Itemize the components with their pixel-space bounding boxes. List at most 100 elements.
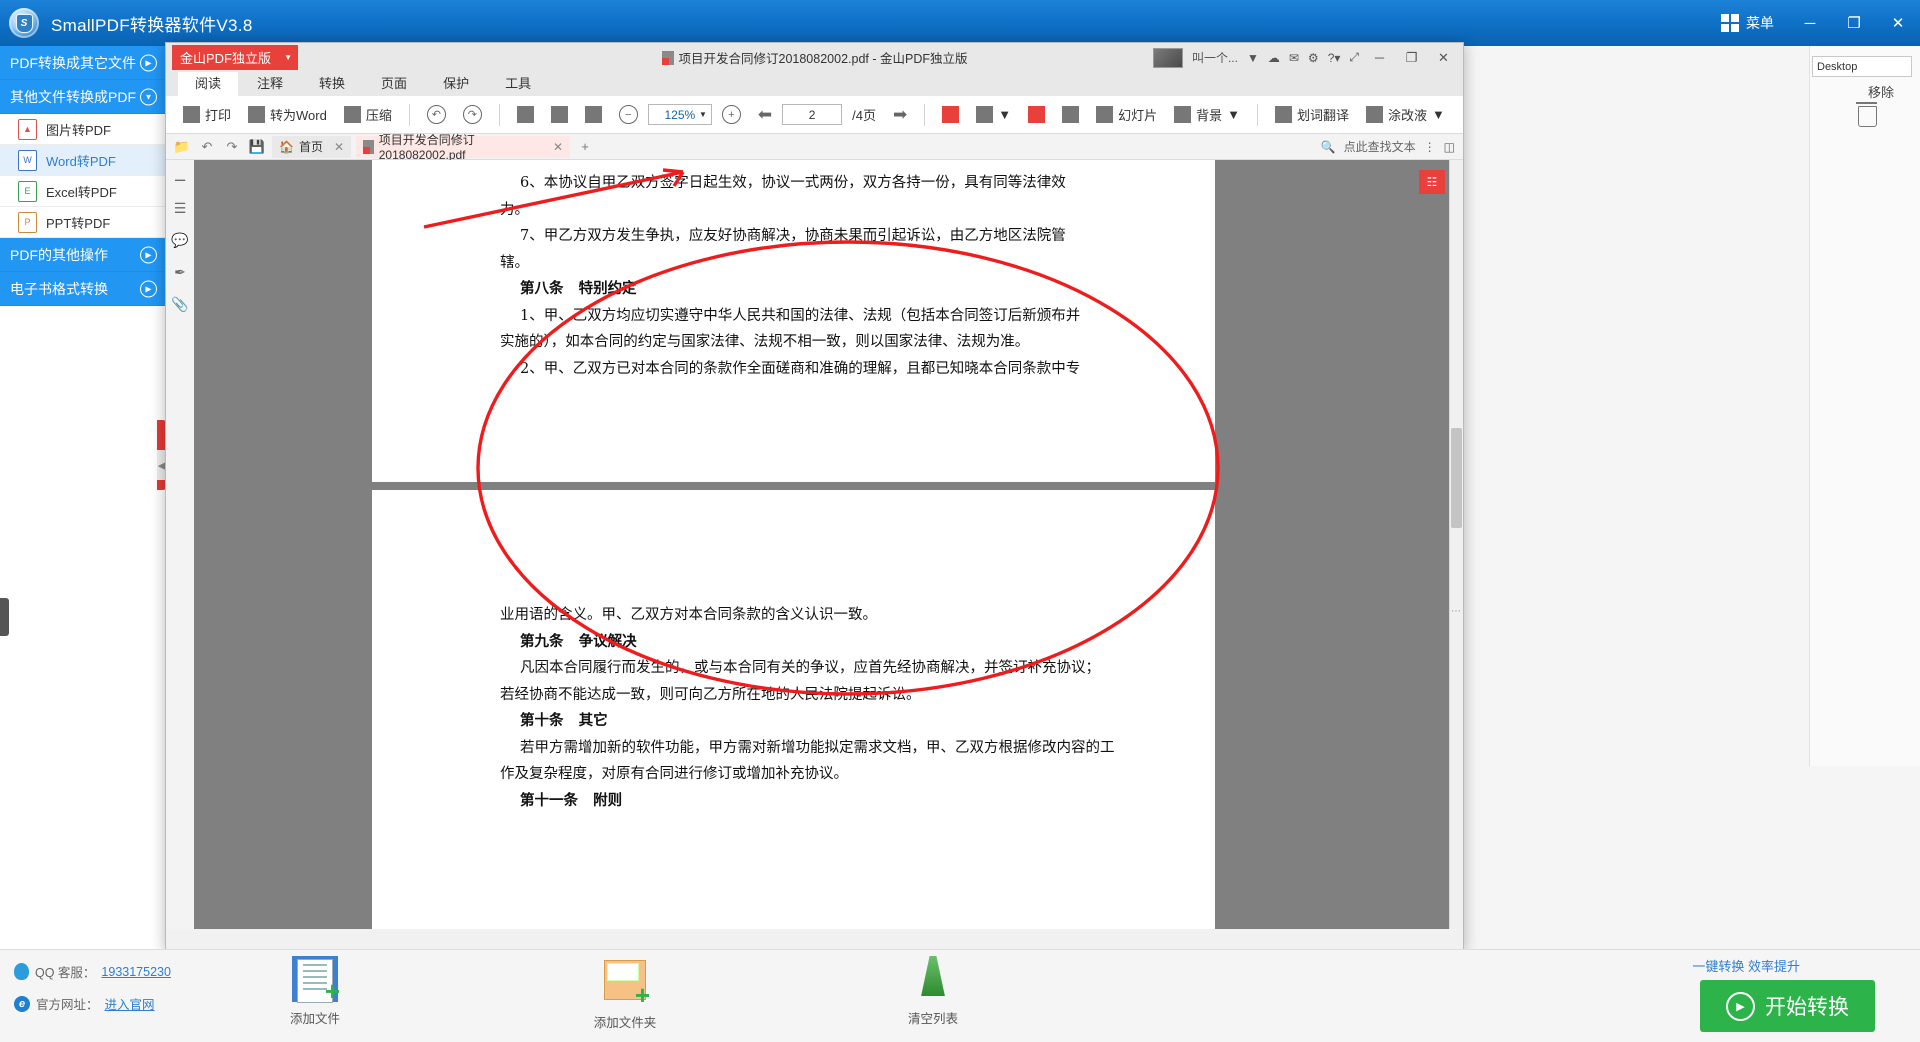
pdf-text-line: 第十条 其它 — [372, 708, 1215, 735]
zoom-in-button[interactable]: + — [715, 102, 748, 127]
expand-icon[interactable]: ⤢ — [1349, 50, 1359, 65]
sidebar-item-ppt-to-pdf[interactable]: P PPT转PDF — [0, 207, 165, 238]
actual-size-icon — [517, 106, 534, 123]
page-number-input[interactable]: 2 — [782, 104, 842, 125]
print-button[interactable]: 打印 — [176, 102, 238, 127]
comments-icon[interactable]: 💬 — [172, 232, 189, 249]
collapse-icon[interactable]: ⚊ — [172, 168, 189, 185]
background-button[interactable]: 背景 ▼ — [1167, 102, 1247, 127]
gear-icon[interactable]: ⚙ — [1308, 51, 1319, 65]
pdf-minimize-button[interactable]: ─ — [1368, 50, 1391, 65]
zoom-out-button[interactable]: − — [612, 102, 645, 127]
vip-banner-icon[interactable] — [1153, 48, 1183, 68]
left-edge-handle[interactable] — [0, 598, 9, 636]
next-page-button[interactable]: ➡ — [886, 102, 914, 128]
qq-number-link[interactable]: 1933175230 — [101, 965, 171, 979]
search-icon[interactable]: 🔍 — [1321, 140, 1336, 154]
pdf-vertical-scrollbar[interactable]: ⋯ — [1449, 160, 1463, 929]
doc-tab-file[interactable]: 项目开发合同修订2018082002.pdf ✕ — [356, 136, 570, 158]
tab-convert[interactable]: 转换 — [302, 71, 362, 96]
maximize-button[interactable]: ❐ — [1832, 0, 1876, 46]
eraser-icon — [1366, 106, 1383, 123]
fit-width-icon — [551, 106, 568, 123]
tab-page[interactable]: 页面 — [364, 71, 424, 96]
website-link[interactable]: 进入官网 — [105, 994, 155, 1013]
clear-list-button[interactable]: 清空列表 — [858, 956, 1008, 1027]
pdf-page-2: 业用语的含义。甲、乙双方对本合同条款的含义认识一致。第九条 争议解决凡因本合同履… — [372, 490, 1215, 929]
zoom-level-select[interactable]: 125% ▼ — [648, 104, 712, 125]
tab-tools[interactable]: 工具 — [488, 71, 548, 96]
divider — [499, 104, 500, 126]
next-page-icon: ➡ — [893, 105, 907, 125]
save-icon[interactable]: 💾 — [247, 139, 267, 155]
actual-size-button[interactable] — [510, 103, 541, 126]
new-tab-button[interactable]: + — [575, 139, 595, 154]
undo-button[interactable]: ↶ — [420, 102, 453, 127]
pdf-maximize-button[interactable]: ❐ — [1400, 50, 1423, 66]
sidebar-category-ebook-convert[interactable]: 电子书格式转换 ▶ — [0, 272, 165, 306]
sidebar-category-pdf-other-ops[interactable]: PDF的其他操作 ▶ — [0, 238, 165, 272]
account-label[interactable]: 叫一个... — [1192, 49, 1238, 66]
attachments-icon[interactable]: 📎 — [172, 296, 189, 313]
convert-to-word-button[interactable]: 转为Word — [241, 102, 334, 127]
fit-page-button[interactable] — [578, 103, 609, 126]
redo-button[interactable]: ↷ — [456, 102, 489, 127]
brand-tab[interactable]: 金山PDF独立版 ▼ — [172, 45, 298, 70]
search-input[interactable]: 点此查找文本 — [1344, 138, 1416, 155]
single-page-button[interactable] — [935, 103, 966, 126]
menu-button[interactable]: 菜单 — [1721, 13, 1774, 33]
undo-icon[interactable]: ↶ — [197, 139, 217, 155]
redo-icon[interactable]: ↷ — [222, 139, 242, 155]
pdf-page-1-text: 6、本协议自甲乙双方签字日起生效，协议一式两份，双方各持一份，具有同等法律效力。… — [372, 160, 1215, 382]
facing-page-button[interactable]: ▼ — [969, 103, 1018, 126]
sync-icon[interactable]: ☁ — [1268, 51, 1280, 65]
sidebar-category-pdf-to-other[interactable]: PDF转换成其它文件 ▶ — [0, 46, 165, 80]
sidebar-item-word-to-pdf[interactable]: W Word转PDF — [0, 145, 165, 176]
add-file-button[interactable]: + 添加文件 — [240, 956, 390, 1027]
sidebar-item-excel-to-pdf[interactable]: E Excel转PDF — [0, 176, 165, 207]
remove-button[interactable] — [1858, 106, 1878, 128]
tab-protect[interactable]: 保护 — [426, 71, 486, 96]
chevron-down-icon[interactable]: ▼ — [1247, 51, 1259, 65]
help-icon[interactable]: ?▾ — [1328, 51, 1341, 65]
tab-read[interactable]: 阅读 — [178, 71, 238, 96]
compress-button[interactable]: 压缩 — [337, 102, 399, 127]
close-icon[interactable]: ✕ — [553, 140, 563, 154]
open-folder-icon[interactable]: 📁 — [172, 139, 192, 155]
thumbnails-icon[interactable]: ☰ — [172, 200, 189, 217]
fullscreen-button[interactable] — [1055, 103, 1086, 126]
continuous-scroll-button[interactable] — [1021, 103, 1052, 126]
doc-tab-home[interactable]: 🏠 首页 ✕ — [272, 136, 351, 158]
slideshow-button[interactable]: 幻灯片 — [1089, 102, 1164, 127]
message-icon[interactable]: ✉ — [1289, 51, 1299, 65]
close-icon[interactable]: ✕ — [334, 140, 344, 154]
category-label: PDF转换成其它文件 — [10, 53, 136, 73]
signature-icon[interactable]: ✒ — [172, 264, 189, 281]
grid-menu-icon — [1721, 14, 1739, 32]
fullscreen-icon — [1062, 106, 1079, 123]
side-panel-icon[interactable]: ◫ — [1444, 140, 1455, 154]
output-path-field[interactable]: Desktop — [1812, 56, 1912, 77]
sidebar-category-other-to-pdf[interactable]: 其他文件转换成PDF ▼ — [0, 80, 165, 114]
start-convert-button[interactable]: ▶ 开始转换 — [1700, 980, 1875, 1032]
minimize-button[interactable]: ─ — [1788, 0, 1832, 46]
whiteout-button[interactable]: 涂改液 ▼ — [1359, 102, 1452, 127]
chevron-down-icon: ▼ — [998, 107, 1011, 122]
more-options-icon[interactable]: ⋮ — [1424, 140, 1436, 154]
add-folder-button[interactable]: + 添加文件夹 — [550, 956, 700, 1031]
compress-label: 压缩 — [366, 105, 392, 124]
close-button[interactable]: ✕ — [1876, 0, 1920, 46]
divider — [1257, 104, 1258, 126]
clear-list-label: 清空列表 — [858, 1008, 1008, 1027]
tab-annotate[interactable]: 注释 — [240, 71, 300, 96]
compare-button[interactable]: ☷ — [1419, 170, 1445, 194]
prev-page-button[interactable]: ⬅ — [751, 102, 779, 128]
pdf-close-button[interactable]: ✕ — [1432, 50, 1455, 66]
scrollbar-thumb[interactable] — [1451, 428, 1462, 528]
translate-button[interactable]: 划词翻译 — [1268, 102, 1356, 127]
sidebar-item-image-to-pdf[interactable]: ▲ 图片转PDF — [0, 114, 165, 145]
pdf-text-line: 1、甲、乙双方均应切实遵守中华人民共和国的法律、法规（包括本合同签订后新颁布并 — [372, 303, 1215, 330]
to-word-label: 转为Word — [270, 105, 327, 124]
compress-icon — [344, 106, 361, 123]
fit-width-button[interactable] — [544, 103, 575, 126]
